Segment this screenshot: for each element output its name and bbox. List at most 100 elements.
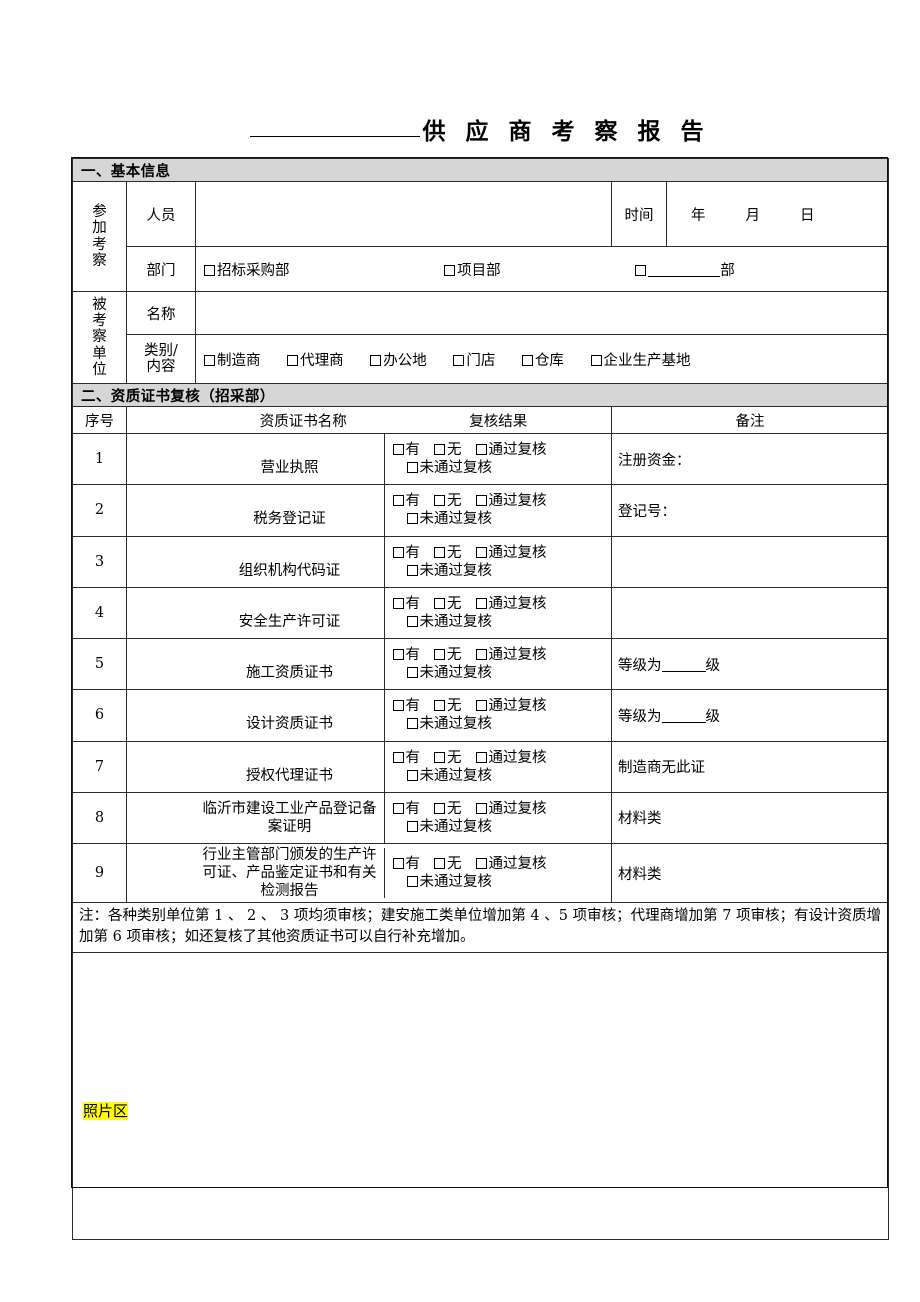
cert-row-remark[interactable]: 材料类 bbox=[610, 843, 890, 903]
result-option-passed[interactable]: 通过复核 bbox=[475, 646, 547, 664]
personnel-value[interactable] bbox=[195, 181, 612, 247]
result-option-no[interactable]: 无 bbox=[434, 697, 462, 715]
result-option-no[interactable]: 无 bbox=[434, 646, 462, 664]
checkbox-icon[interactable] bbox=[406, 564, 418, 576]
department-option-other[interactable]: 部 bbox=[635, 259, 735, 280]
cert-row-remark[interactable]: 等级为 级 bbox=[610, 637, 890, 691]
result-option-failed[interactable]: 未通过复核 bbox=[406, 715, 492, 733]
checkbox-icon[interactable] bbox=[406, 769, 418, 781]
checkbox-icon[interactable] bbox=[392, 597, 404, 609]
checkbox-icon[interactable] bbox=[475, 597, 487, 609]
checkbox-icon[interactable] bbox=[434, 649, 445, 660]
result-option-no[interactable]: 无 bbox=[434, 595, 462, 613]
checkbox-icon[interactable] bbox=[434, 802, 445, 814]
checkbox-icon[interactable] bbox=[453, 354, 465, 366]
cert-row-remark[interactable]: 登记号： bbox=[610, 484, 890, 537]
result-option-no[interactable]: 无 bbox=[434, 492, 462, 510]
checkbox-icon[interactable] bbox=[392, 649, 404, 660]
remark-blank-line[interactable] bbox=[661, 658, 706, 672]
result-option-no[interactable]: 无 bbox=[434, 749, 462, 767]
checkbox-icon[interactable] bbox=[434, 495, 445, 507]
result-option-yes[interactable]: 有 bbox=[392, 800, 420, 818]
result-option-failed[interactable]: 未通过复核 bbox=[406, 562, 492, 580]
checkbox-icon[interactable] bbox=[392, 495, 404, 507]
category-option-office[interactable]: 办公地 bbox=[370, 349, 427, 370]
result-option-yes[interactable]: 有 bbox=[392, 855, 420, 873]
title-blank-line[interactable] bbox=[250, 136, 421, 137]
result-option-no[interactable]: 无 bbox=[434, 544, 462, 562]
checkbox-icon[interactable] bbox=[475, 444, 487, 455]
checkbox-icon[interactable] bbox=[406, 820, 418, 832]
checkbox-icon[interactable] bbox=[444, 264, 456, 276]
result-option-failed[interactable]: 未通过复核 bbox=[406, 664, 492, 682]
department-other-blank[interactable] bbox=[648, 263, 721, 277]
result-option-passed[interactable]: 通过复核 bbox=[475, 595, 547, 613]
result-option-passed[interactable]: 通过复核 bbox=[475, 749, 547, 767]
checkbox-icon[interactable] bbox=[392, 444, 404, 455]
cert-row-remark[interactable]: 注册资金： bbox=[610, 432, 890, 486]
result-option-failed[interactable]: 未通过复核 bbox=[406, 613, 492, 631]
cert-row-remark[interactable] bbox=[610, 535, 890, 588]
checkbox-icon[interactable] bbox=[406, 615, 418, 627]
result-option-yes[interactable]: 有 bbox=[392, 646, 420, 664]
result-option-failed[interactable]: 未通过复核 bbox=[406, 459, 492, 477]
category-option-production-base[interactable]: 企业生产基地 bbox=[590, 349, 691, 370]
result-option-yes[interactable]: 有 bbox=[392, 544, 420, 562]
checkbox-icon[interactable] bbox=[392, 857, 404, 869]
checkbox-icon[interactable] bbox=[434, 700, 445, 712]
checkbox-icon[interactable] bbox=[204, 354, 215, 366]
result-option-passed[interactable]: 通过复核 bbox=[475, 697, 547, 715]
checkbox-icon[interactable] bbox=[434, 597, 445, 609]
result-option-no[interactable]: 无 bbox=[434, 800, 462, 818]
checkbox-icon[interactable] bbox=[521, 354, 533, 366]
checkbox-icon[interactable] bbox=[204, 264, 215, 276]
result-option-failed[interactable]: 未通过复核 bbox=[406, 818, 492, 836]
checkbox-icon[interactable] bbox=[392, 802, 404, 814]
checkbox-icon[interactable] bbox=[475, 546, 487, 558]
result-option-failed[interactable]: 未通过复核 bbox=[406, 873, 492, 891]
checkbox-icon[interactable] bbox=[406, 876, 418, 887]
result-option-no[interactable]: 无 bbox=[434, 855, 462, 873]
remark-blank-line[interactable] bbox=[661, 709, 706, 723]
checkbox-icon[interactable] bbox=[406, 513, 418, 525]
checkbox-icon[interactable] bbox=[475, 802, 487, 814]
checkbox-icon[interactable] bbox=[406, 667, 418, 679]
result-option-yes[interactable]: 有 bbox=[392, 595, 420, 613]
checkbox-icon[interactable] bbox=[392, 751, 404, 763]
department-option-project[interactable]: 项目部 bbox=[444, 259, 501, 280]
checkbox-icon[interactable] bbox=[475, 649, 487, 660]
checkbox-icon[interactable] bbox=[475, 857, 487, 869]
checkbox-icon[interactable] bbox=[475, 495, 487, 507]
category-option-store[interactable]: 门店 bbox=[453, 349, 495, 370]
result-option-passed[interactable]: 通过复核 bbox=[475, 544, 547, 562]
target-name-value[interactable] bbox=[194, 291, 890, 335]
department-option-bidding[interactable]: 招标采购部 bbox=[204, 259, 290, 280]
category-option-warehouse[interactable]: 仓库 bbox=[521, 349, 564, 370]
result-option-yes[interactable]: 有 bbox=[392, 749, 420, 767]
result-option-no[interactable]: 无 bbox=[434, 441, 462, 459]
result-option-yes[interactable]: 有 bbox=[392, 697, 420, 715]
photo-area[interactable]: 照片区 bbox=[71, 952, 890, 1241]
checkbox-icon[interactable] bbox=[392, 700, 404, 712]
time-value[interactable]: 年月日 bbox=[665, 181, 890, 247]
result-option-yes[interactable]: 有 bbox=[392, 492, 420, 510]
checkbox-icon[interactable] bbox=[590, 354, 602, 366]
checkbox-icon[interactable] bbox=[434, 751, 445, 763]
result-option-failed[interactable]: 未通过复核 bbox=[406, 767, 492, 785]
checkbox-icon[interactable] bbox=[434, 546, 445, 558]
checkbox-icon[interactable] bbox=[370, 354, 382, 366]
checkbox-icon[interactable] bbox=[475, 751, 487, 763]
checkbox-icon[interactable] bbox=[434, 857, 445, 869]
category-option-agent[interactable]: 代理商 bbox=[287, 349, 344, 370]
result-option-passed[interactable]: 通过复核 bbox=[475, 855, 547, 873]
cert-row-remark[interactable]: 材料类 bbox=[610, 791, 890, 845]
result-option-passed[interactable]: 通过复核 bbox=[475, 492, 547, 510]
cert-row-remark[interactable]: 制造商无此证 bbox=[610, 740, 890, 793]
result-option-passed[interactable]: 通过复核 bbox=[475, 441, 547, 459]
cert-row-remark[interactable]: 等级为 级 bbox=[610, 689, 890, 742]
checkbox-icon[interactable] bbox=[635, 264, 647, 276]
category-option-manufacturer[interactable]: 制造商 bbox=[204, 349, 261, 370]
checkbox-icon[interactable] bbox=[392, 546, 404, 558]
result-option-passed[interactable]: 通过复核 bbox=[475, 800, 547, 818]
checkbox-icon[interactable] bbox=[434, 444, 445, 455]
